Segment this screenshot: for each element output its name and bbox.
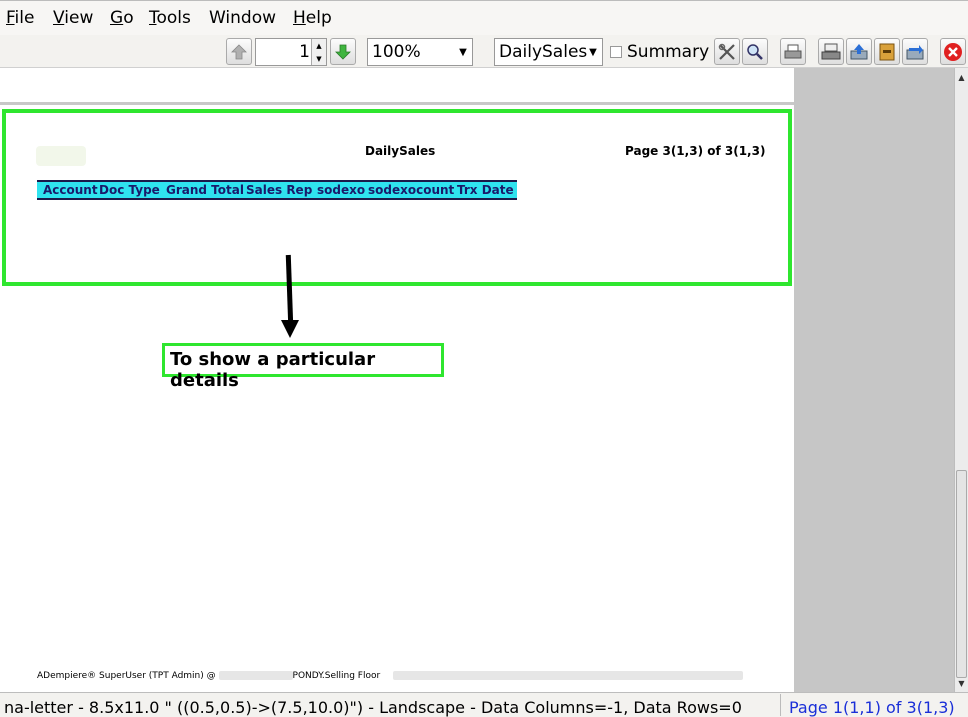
scroll-down-icon[interactable]: ▼	[955, 676, 968, 690]
checkbox-box[interactable]	[610, 46, 622, 58]
scanner-icon	[821, 43, 841, 59]
print-icon	[784, 44, 802, 58]
menu-window[interactable]: Window	[209, 8, 276, 28]
find-icon	[747, 43, 763, 60]
redacted-text	[393, 671, 744, 680]
export-button[interactable]	[902, 38, 928, 65]
chevron-down-icon: ▼	[459, 46, 467, 58]
redacted-text	[218, 671, 293, 680]
upload-icon	[850, 43, 868, 59]
menu-file[interactable]: File	[6, 8, 34, 28]
print-button[interactable]	[780, 38, 806, 65]
close-button[interactable]	[940, 38, 966, 65]
menu-help[interactable]: Help	[293, 8, 332, 28]
close-icon	[944, 42, 962, 61]
menu-go[interactable]: Go	[110, 8, 134, 28]
menu-tools[interactable]: Tools	[149, 8, 191, 28]
page-separator	[0, 102, 794, 105]
highlight-box	[2, 109, 792, 286]
upload-button[interactable]	[846, 38, 872, 65]
zoom-select[interactable]: 100% ▼	[367, 38, 473, 66]
arrow-up-icon	[231, 43, 247, 59]
chevron-down-icon: ▼	[589, 46, 597, 58]
toolbar: ▲ ▼ 100% ▼ DailySales ▼ Summary	[0, 35, 968, 68]
annotation-callout: To show a particular details	[162, 343, 444, 391]
spin-up-icon[interactable]: ▲	[311, 39, 326, 53]
vertical-scrollbar[interactable]: ▲ ▼	[954, 68, 968, 692]
archive-icon	[879, 43, 895, 60]
viewer-background	[794, 68, 954, 692]
status-bar: na-letter - 8.5x11.0 " ((0.5,0.5)->(7.5,…	[0, 692, 968, 717]
annotation-arrow-head	[281, 320, 299, 338]
customize-button[interactable]	[714, 38, 740, 65]
status-info: na-letter - 8.5x11.0 " ((0.5,0.5)->(7.5,…	[4, 698, 742, 717]
report-viewer[interactable]: DailySales Page 3(1,3) of 3(1,3) Account…	[0, 68, 794, 692]
report-select[interactable]: DailySales ▼	[494, 38, 603, 66]
page-spinner[interactable]: ▲ ▼	[255, 38, 327, 66]
customize-icon	[718, 43, 735, 60]
report-footer: ADempiere® SuperUser (TPT Admin) @ PONDY…	[37, 671, 744, 681]
next-page-button[interactable]	[330, 38, 356, 65]
summary-checkbox[interactable]: Summary	[610, 42, 709, 62]
previous-page-button[interactable]	[226, 38, 252, 65]
menu-view[interactable]: View	[53, 8, 93, 28]
scroll-thumb[interactable]	[956, 470, 967, 678]
spin-down-icon[interactable]: ▼	[311, 52, 326, 65]
scroll-up-icon[interactable]: ▲	[955, 70, 968, 84]
find-button[interactable]	[742, 38, 768, 65]
archive-button[interactable]	[874, 38, 900, 65]
scanner-button[interactable]	[818, 38, 844, 65]
export-icon	[906, 44, 924, 59]
arrow-down-icon	[335, 44, 351, 60]
page-input[interactable]	[258, 42, 310, 62]
menu-bar: File View Go Tools Window Help	[0, 0, 968, 35]
status-page: Page 1(1,1) of 3(1,3)	[780, 694, 968, 717]
